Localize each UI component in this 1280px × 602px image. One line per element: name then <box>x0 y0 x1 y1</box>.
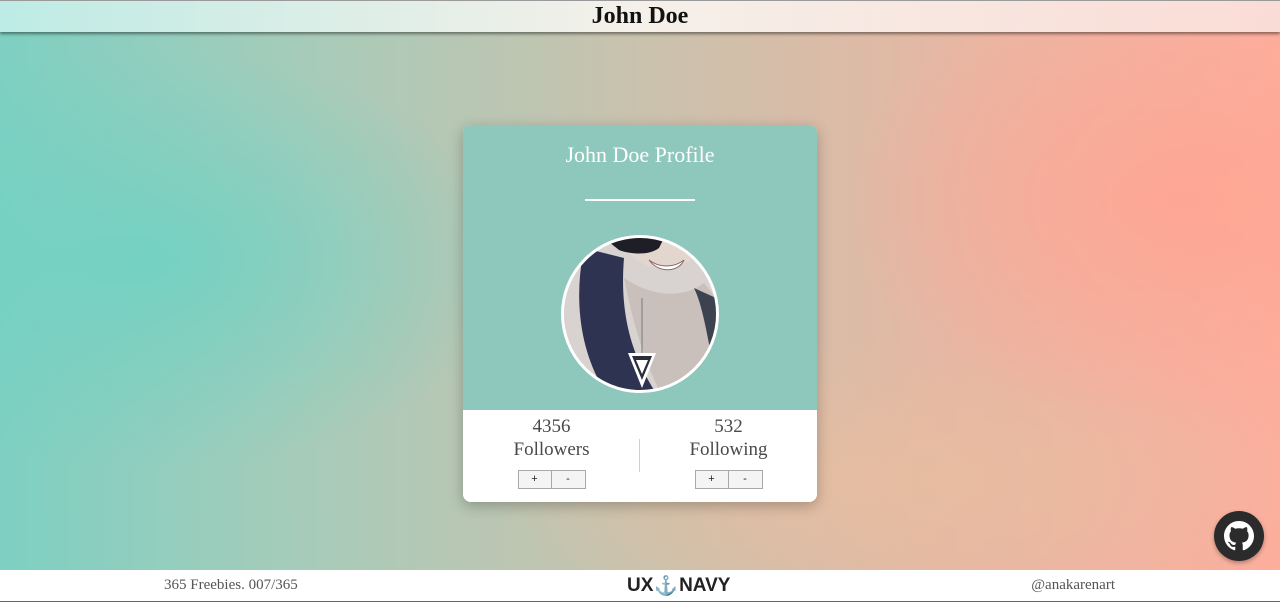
avatar <box>561 235 719 393</box>
page-title: John Doe <box>591 3 689 29</box>
following-stat: 532 Following + - <box>640 416 817 489</box>
footer-freebies-text: 365 Freebies. 007/365 <box>164 577 298 593</box>
following-count: 532 <box>714 416 743 437</box>
following-label: Following <box>689 439 768 460</box>
following-minus-button[interactable]: - <box>728 470 763 489</box>
footer: 365 Freebies. 007/365 UX ⚓ NAVY @anakare… <box>0 570 1280 602</box>
uxnavy-logo[interactable]: UX ⚓ NAVY <box>627 575 730 597</box>
stats-panel: 4356 Followers + - 532 Following + - <box>463 410 817 502</box>
followers-buttons: + - <box>517 470 586 489</box>
github-button[interactable] <box>1214 511 1264 561</box>
card-header: John Doe Profile <box>463 125 817 410</box>
followers-minus-button[interactable]: - <box>551 470 586 489</box>
following-buttons: + - <box>694 470 763 489</box>
anchor-icon: ⚓ <box>654 576 679 597</box>
followers-label: Followers <box>513 439 590 460</box>
followers-count: 4356 <box>532 416 571 437</box>
github-icon <box>1224 521 1254 551</box>
profile-card: John Doe Profile 4356 Followers + - 532 … <box>463 125 817 502</box>
avatar-image <box>564 238 716 390</box>
title-divider <box>585 199 695 201</box>
following-plus-button[interactable]: + <box>694 470 729 489</box>
followers-plus-button[interactable]: + <box>517 470 552 489</box>
followers-stat: 4356 Followers + - <box>463 416 640 489</box>
logo-text-ux: UX <box>627 575 654 596</box>
footer-author-link[interactable]: @anakarenart <box>1031 577 1115 594</box>
header-bar: John Doe <box>0 0 1280 32</box>
card-title: John Doe Profile <box>565 142 715 167</box>
logo-text-navy: NAVY <box>679 575 731 596</box>
